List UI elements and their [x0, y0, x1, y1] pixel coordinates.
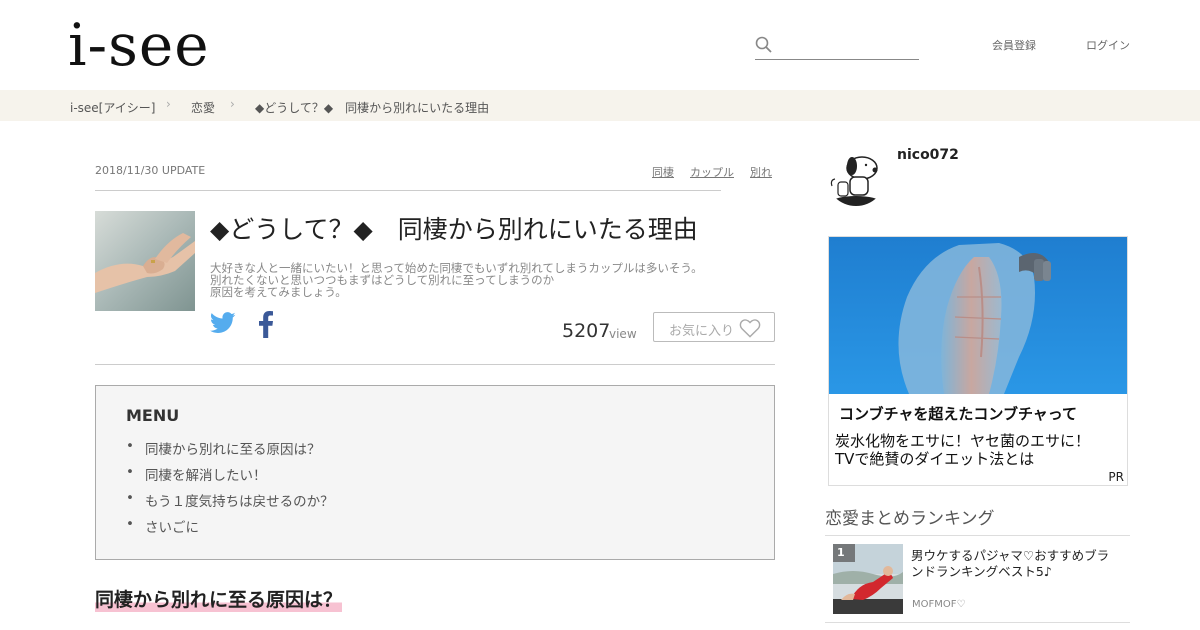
ranking-number: 1	[833, 544, 855, 562]
article-date: 2018/11/30 UPDATE	[95, 164, 206, 177]
search-icon[interactable]	[755, 36, 773, 54]
site-logo[interactable]: i-see	[68, 10, 210, 80]
ad-pr-label: PR	[1108, 470, 1124, 484]
heart-icon	[739, 319, 761, 338]
lead-line: 原因を考えてみましょう。	[210, 285, 347, 299]
search-input[interactable]	[781, 36, 917, 56]
divider	[95, 190, 721, 191]
toc-item-label: 同棲から別れに至る原因は？	[145, 442, 321, 458]
ad-body-line: 炭水化物をエサに！ヤセ菌のエサに！	[835, 432, 1091, 450]
tag-link[interactable]: 同棲	[652, 164, 674, 180]
site-header: i-see 会員登録 ログイン	[0, 0, 1200, 90]
article-title: ◆どうして？◆ 同棲から別れにいたる理由	[210, 215, 698, 244]
ranking-title-line: 男ウケするパジャマ♡おすすめブラ	[911, 548, 1110, 563]
divider	[95, 364, 775, 365]
bullet-icon: •	[126, 490, 134, 506]
facebook-share-icon[interactable]	[258, 311, 274, 342]
author-avatar[interactable]	[826, 146, 886, 206]
ranking-item-title[interactable]: 男ウケするパジャマ♡おすすめブラ ンドランキングベスト5♪	[911, 548, 1126, 580]
tag-link[interactable]: カップル	[690, 164, 734, 180]
login-link[interactable]: ログイン	[1086, 37, 1130, 53]
twitter-share-icon[interactable]	[209, 312, 236, 338]
ranking-title-line: ンドランキングベスト5♪	[911, 564, 1052, 579]
breadcrumb-category[interactable]: 恋愛	[191, 99, 215, 116]
table-of-contents: MENU • 同棲から別れに至る原因は？ • 同棲を解消したい！ • もう１度気…	[95, 385, 775, 560]
ad-headline[interactable]: コンブチャを超えたコンブチャって	[839, 403, 1077, 424]
ad-image[interactable]	[829, 237, 1127, 394]
section-heading: 同棲から別れに至る原因は？	[95, 588, 343, 612]
ranking-title: 恋愛まとめランキング	[825, 509, 995, 529]
article-thumbnail	[95, 211, 195, 311]
search-box[interactable]	[755, 34, 919, 60]
favorite-label: お気に入り	[669, 323, 735, 338]
article-lead: 大好きな人と一緒にいたい！と思って始めた同棲でもいずれ別れてしまうカップルは多い…	[210, 262, 750, 298]
breadcrumb-separator-icon: ›	[230, 97, 235, 111]
ad-body-line: TVで絶賛のダイエット法とは	[835, 450, 1035, 468]
favorite-button[interactable]: お気に入り	[653, 312, 775, 342]
view-count: 5207	[562, 320, 611, 342]
view-unit: view	[609, 327, 637, 341]
author-name[interactable]: nico072	[897, 147, 959, 163]
toc-title: MENU	[126, 406, 180, 425]
bullet-icon: •	[126, 464, 134, 480]
breadcrumb-separator-icon: ›	[166, 97, 171, 111]
bullet-icon: •	[126, 438, 134, 454]
breadcrumb-home[interactable]: i-see[アイシー]	[70, 99, 155, 116]
register-link[interactable]: 会員登録	[992, 37, 1036, 53]
ranking-source: MOFMOF♡	[912, 599, 966, 610]
toc-item-label: さいごに	[145, 520, 199, 536]
breadcrumb: i-see[アイシー] › 恋愛 › ◆どうして？◆ 同棲から別れにいたる理由	[0, 90, 1200, 121]
ranking-item[interactable]: 1 男ウケするパジャマ♡おすすめブラ ンドランキングベスト5♪ MOFMOF♡	[825, 536, 1130, 623]
bullet-icon: •	[126, 516, 134, 532]
toc-item-label: 同棲を解消したい！	[145, 468, 267, 484]
breadcrumb-current: ◆どうして？◆ 同棲から別れにいたる理由	[255, 101, 490, 115]
toc-item-label: もう１度気持ちは戻せるのか？	[145, 494, 334, 510]
ad-banner[interactable]: コンブチャを超えたコンブチャって 炭水化物をエサに！ヤセ菌のエサに！ TVで絶賛…	[828, 236, 1128, 486]
tag-link[interactable]: 別れ	[750, 164, 772, 180]
ad-body[interactable]: 炭水化物をエサに！ヤセ菌のエサに！ TVで絶賛のダイエット法とは	[835, 432, 1090, 468]
